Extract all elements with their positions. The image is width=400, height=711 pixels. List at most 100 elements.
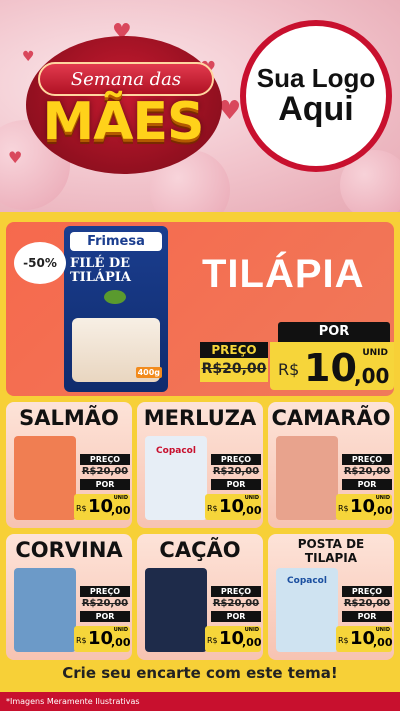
price-cents: ,00 <box>111 504 131 517</box>
new-price: R$ 10 ,00 UNID <box>205 626 262 652</box>
price-integer: 10 <box>219 496 245 517</box>
package-weight: 400g <box>135 367 162 378</box>
price-unit: UNID <box>375 495 390 501</box>
old-price: R$20,00 <box>343 466 391 477</box>
product-title: CAÇÃO <box>159 538 241 562</box>
old-price: R$20,00 <box>343 598 391 609</box>
logo-text-line2: Aqui <box>278 89 354 128</box>
preco-label: PREÇO <box>80 586 130 597</box>
package-brand: Frimesa <box>70 232 162 251</box>
price-currency: R$ <box>76 504 87 513</box>
price-cents: ,00 <box>111 636 131 649</box>
package-name: FILÉ DE TILÁPIA <box>70 256 131 286</box>
product-package: Frimesa FILÉ DE TILÁPIA 400g <box>64 226 168 392</box>
price-integer: 10 <box>350 628 376 649</box>
price-labels: PREÇO R$20,00 POR <box>80 586 130 622</box>
product-card-salmao: SALMÃO PREÇO R$20,00 POR R$ 10 ,00 UNID <box>6 402 132 528</box>
featured-offer: Frimesa FILÉ DE TILÁPIA 400g -50% TILÁPI… <box>6 222 394 396</box>
product-image: Copacol <box>276 568 338 652</box>
por-label: POR <box>342 479 392 490</box>
new-price: R$ 10 ,00 UNID <box>205 494 262 520</box>
price-unit: UNID <box>375 627 390 633</box>
product-title: CORVINA <box>15 538 123 562</box>
product-title: CAMARÃO <box>271 406 391 430</box>
price-unit: UNID <box>113 627 128 633</box>
product-image <box>145 568 207 652</box>
por-label: POR <box>80 611 130 622</box>
price-currency: R$ <box>207 636 218 645</box>
price-labels: PREÇO R$20,00 POR <box>211 454 261 490</box>
product-image: Copacol <box>145 436 207 520</box>
price-currency: R$ <box>76 636 87 645</box>
price-currency: R$ <box>278 360 300 379</box>
footer-disclaimer: *Imagens Meramente Ilustrativas <box>0 692 400 711</box>
new-price: R$ 10 ,00 UNID <box>74 626 131 652</box>
preco-label: PREÇO <box>342 586 392 597</box>
price-cents: ,00 <box>373 636 393 649</box>
price-currency: R$ <box>207 504 218 513</box>
price-unit: UNID <box>244 627 259 633</box>
product-card-corvina: CORVINA PREÇO R$20,00 POR R$ 10 ,00 UNID <box>6 534 132 660</box>
old-price: R$20,00 <box>81 466 129 477</box>
product-title: POSTA DE TILAPIA <box>297 537 365 565</box>
price-labels: PREÇO R$20,00 POR <box>342 586 392 622</box>
product-title: MERLUZA <box>143 406 257 430</box>
price-cents: ,00 <box>354 364 390 388</box>
product-card-camarao: CAMARÃO PREÇO R$20,00 POR R$ 10 ,00 UNID <box>268 402 394 528</box>
heart-icon: ♥ <box>8 148 23 167</box>
old-price-box: PREÇO R$20,00 <box>200 342 268 382</box>
package-brand: Copacol <box>287 576 327 586</box>
featured-title: TILÁPIA <box>202 252 365 296</box>
price-currency: R$ <box>338 504 349 513</box>
logo-text-line1: Sua Logo <box>256 62 376 93</box>
price-integer: 10 <box>350 496 376 517</box>
price-labels: PREÇO R$20,00 POR <box>80 454 130 490</box>
price-integer: 10 <box>304 346 357 390</box>
price-integer: 10 <box>88 496 114 517</box>
old-price: R$20,00 <box>81 598 129 609</box>
preco-label: PREÇO <box>80 454 130 465</box>
ribbon-text: Semana das <box>70 68 182 90</box>
product-card-merluza: MERLUZA Copacol PREÇO R$20,00 POR R$ 10 … <box>137 402 263 528</box>
price-labels: PREÇO R$20,00 POR <box>211 586 261 622</box>
product-title: SALMÃO <box>19 406 119 430</box>
por-label: POR <box>278 322 390 342</box>
discount-badge: -50% <box>14 242 66 284</box>
price-unit: UNID <box>244 495 259 501</box>
hero-title: MÃES <box>42 92 205 152</box>
preco-label: PREÇO <box>200 342 268 358</box>
price-integer: 10 <box>219 628 245 649</box>
product-image <box>14 436 76 520</box>
product-card-posta-tilapia: POSTA DE TILAPIA Copacol PREÇO R$20,00 P… <box>268 534 394 660</box>
old-price: R$20,00 <box>212 598 260 609</box>
por-label: POR <box>211 611 261 622</box>
price-labels: PREÇO R$20,00 POR <box>342 454 392 490</box>
new-price: R$ 10 ,00 UNID <box>74 494 131 520</box>
price-integer: 10 <box>88 628 114 649</box>
call-to-action: Crie seu encarte com este tema! <box>62 664 338 682</box>
title-ribbon: Semana das <box>38 62 214 96</box>
offers-board: Frimesa FILÉ DE TILÁPIA 400g -50% TILÁPI… <box>0 212 400 692</box>
preco-label: PREÇO <box>211 454 261 465</box>
price-cents: ,00 <box>242 504 262 517</box>
package-brand: Copacol <box>156 446 196 456</box>
new-price: R$ 10 ,00 UNID <box>336 494 393 520</box>
price-unit: UNID <box>113 495 128 501</box>
new-price: R$ 10 ,00 UNID <box>270 342 394 390</box>
product-image <box>276 436 338 520</box>
preco-label: PREÇO <box>211 586 261 597</box>
hero-banner: ♥ ♥ ♥ ♥ ♥ Semana das MÃES Sua Logo Aqui <box>0 0 400 212</box>
por-label: POR <box>342 611 392 622</box>
heart-icon: ♥ <box>22 49 35 65</box>
garnish-graphic <box>104 290 126 304</box>
por-label: POR <box>80 479 130 490</box>
old-price: R$20,00 <box>212 466 260 477</box>
price-cents: ,00 <box>373 504 393 517</box>
preco-label: PREÇO <box>342 454 392 465</box>
price-unit: UNID <box>362 348 388 358</box>
new-price: R$ 10 ,00 UNID <box>336 626 393 652</box>
logo-placeholder: Sua Logo Aqui <box>240 20 392 172</box>
por-label: POR <box>211 479 261 490</box>
product-image <box>14 568 76 652</box>
product-card-cacao: CAÇÃO PREÇO R$20,00 POR R$ 10 ,00 UNID <box>137 534 263 660</box>
